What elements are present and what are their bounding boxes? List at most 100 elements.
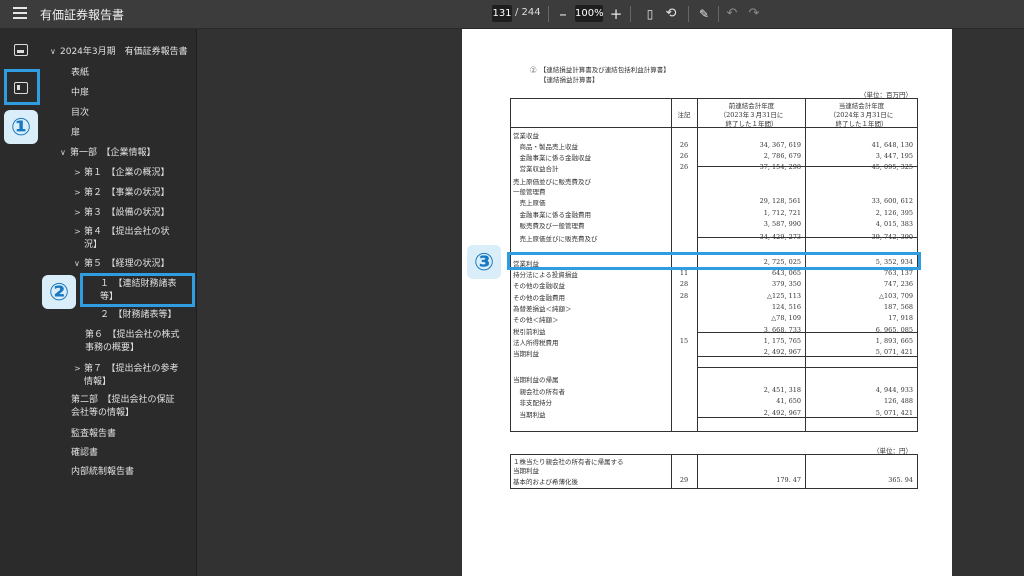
row-value-curr: 5, 071, 421	[875, 348, 913, 356]
redo-icon[interactable]: ↷	[744, 4, 764, 24]
outline-item-sec4[interactable]: > 第４ 【提出会社の状 況】	[74, 225, 170, 252]
row-label: 営業収益	[513, 132, 539, 140]
row-label: その他＜純額＞	[513, 316, 559, 324]
highlight-box-2	[80, 273, 195, 307]
page-number-input[interactable]: 131	[492, 5, 512, 22]
row-label: 税引前利益	[513, 328, 546, 336]
chevron-down-icon[interactable]: ∨	[74, 257, 84, 270]
eps-curr: 365. 94	[888, 476, 913, 484]
outline-item-confirmation[interactable]: 確認書	[71, 447, 98, 460]
row-label: 当期利益	[513, 350, 539, 358]
draw-icon[interactable]: ✎	[694, 4, 714, 24]
row-value-curr: 126, 488	[884, 397, 913, 405]
row-value-prev: 34, 367, 619	[759, 141, 801, 149]
row-value-prev: 29, 128, 561	[759, 197, 801, 205]
row-value-curr: 45, 095, 325	[871, 163, 913, 171]
outline-item-audit[interactable]: 監査報告書	[71, 428, 116, 441]
row-label: 法人所得税費用	[513, 339, 559, 347]
row-label: 金融事業に係る金融収益	[513, 154, 592, 162]
row-value-curr: 3, 447, 195	[875, 152, 913, 160]
outline-item-inner-cover[interactable]: 中扉	[71, 87, 89, 100]
divider	[630, 6, 631, 22]
row-value-prev: △78, 109	[771, 314, 801, 322]
row-value-prev: 2, 492, 967	[763, 409, 801, 417]
divider	[688, 6, 689, 22]
badge-3: ③	[467, 245, 501, 279]
row-label: 商品・製品売上収益	[513, 143, 579, 151]
chevron-right-icon[interactable]: >	[74, 225, 84, 238]
row-label: その他の金融費用	[513, 294, 565, 302]
row-value-prev: 2, 786, 679	[763, 152, 801, 160]
plus-icon[interactable]: +	[606, 4, 626, 24]
row-label: 持分法による投資損益	[513, 271, 578, 279]
rotate-icon[interactable]: ⟲	[661, 4, 681, 24]
row-value-prev: 1, 175, 765	[763, 337, 801, 345]
divider	[548, 6, 549, 22]
outline-item-part2[interactable]: 第二部 【提出会社の保証 会社等の情報】	[71, 394, 175, 420]
chevron-down-icon[interactable]: ∨	[50, 45, 60, 58]
zoom-input[interactable]: 100%	[575, 5, 604, 22]
row-label: その他の金融収益	[513, 282, 565, 290]
row-value-curr: 33, 600, 612	[871, 197, 913, 205]
fit-page-icon[interactable]: ▯	[640, 4, 660, 24]
row-value-curr: 41, 648, 130	[871, 141, 913, 149]
row-label: 親会社の所有者	[513, 388, 566, 396]
row-value-prev: △125, 113	[767, 292, 801, 300]
outline-item-toc[interactable]: 目次	[71, 107, 89, 120]
row-label: 営業収益合計	[513, 165, 559, 173]
chevron-right-icon[interactable]: >	[74, 362, 84, 375]
outline-item-internal-control[interactable]: 内部統制報告書	[71, 466, 134, 479]
row-note: 26	[679, 141, 689, 149]
outline-item-sec7[interactable]: > 第７ 【提出会社の参考 情報】	[74, 362, 179, 389]
row-label: 売上原価並びに販売費及び	[513, 235, 598, 243]
badge-2: ②	[42, 275, 76, 309]
row-label: 販売費及び一般管理費	[513, 222, 585, 230]
row-value-prev: 643, 065	[772, 269, 801, 277]
row-label: 一般管理費	[513, 188, 546, 196]
outline-item-sec2[interactable]: > 第２ 【事業の状況】	[74, 186, 170, 200]
row-value-prev: 41, 650	[776, 397, 801, 405]
row-label: 当期利益	[513, 411, 546, 419]
row-value-prev: 2, 492, 967	[763, 348, 801, 356]
row-value-prev: 34, 429, 273	[759, 233, 801, 241]
undo-icon[interactable]: ↶	[722, 4, 742, 24]
row-value-curr: 747, 236	[884, 280, 913, 288]
row-note: 26	[679, 152, 689, 160]
row-value-curr: 1, 893, 665	[875, 337, 913, 345]
outline-item-root[interactable]: ∨ 2024年3月期 有価証券報告書	[50, 45, 188, 59]
chevron-right-icon[interactable]: >	[74, 206, 84, 219]
row-value-prev: 37, 154, 298	[759, 163, 801, 171]
outline-item-cover[interactable]: 表紙	[71, 67, 89, 80]
divider	[718, 6, 719, 22]
chevron-down-icon[interactable]: ∨	[60, 146, 70, 159]
row-value-curr: 6, 965, 085	[875, 326, 913, 334]
document-title: 有価証券報告書	[40, 8, 125, 22]
row-value-curr: 5, 071, 421	[875, 409, 913, 417]
pdf-page: ② 【連結損益計算書及び連結包括利益計算書】 【連結損益計算書】 （単位：百万円…	[462, 29, 952, 576]
row-label: 売上原価並びに販売費及び	[513, 178, 591, 186]
outline-item-sec6[interactable]: 第６ 【提出会社の株式 事務の概要】	[85, 329, 180, 355]
statement-title: 【連結損益計算書】	[540, 76, 599, 84]
minus-icon[interactable]: –	[553, 4, 573, 24]
page-total: / 244	[515, 7, 541, 18]
row-label: 売上原価	[513, 199, 546, 207]
outline-item-door[interactable]: 扉	[71, 127, 80, 140]
row-value-curr: △103, 709	[879, 292, 913, 300]
row-value-prev: 379, 350	[772, 280, 801, 288]
row-value-curr: 2, 126, 395	[875, 209, 913, 217]
section-heading: ② 【連結損益計算書及び連結包括利益計算書】	[530, 66, 670, 74]
chevron-right-icon[interactable]: >	[74, 186, 84, 199]
outline-item-financial[interactable]: ２ 【財務諸表等】	[100, 309, 177, 322]
row-note: 15	[679, 337, 689, 345]
row-note: 28	[679, 292, 689, 300]
thumbnails-icon[interactable]	[14, 44, 28, 56]
row-value-prev: 1, 712, 721	[763, 209, 801, 217]
row-note: 28	[679, 280, 689, 288]
menu-icon[interactable]	[13, 7, 27, 19]
row-value-prev: 3, 587, 990	[763, 220, 801, 228]
outline-item-sec3[interactable]: > 第３ 【設備の状況】	[74, 206, 170, 220]
outline-item-part1[interactable]: ∨ 第一部 【企業情報】	[60, 146, 156, 160]
chevron-right-icon[interactable]: >	[74, 166, 84, 179]
outline-item-sec5[interactable]: ∨ 第５ 【経理の状況】	[74, 257, 170, 271]
outline-item-sec1[interactable]: > 第１ 【企業の概況】	[74, 166, 170, 180]
